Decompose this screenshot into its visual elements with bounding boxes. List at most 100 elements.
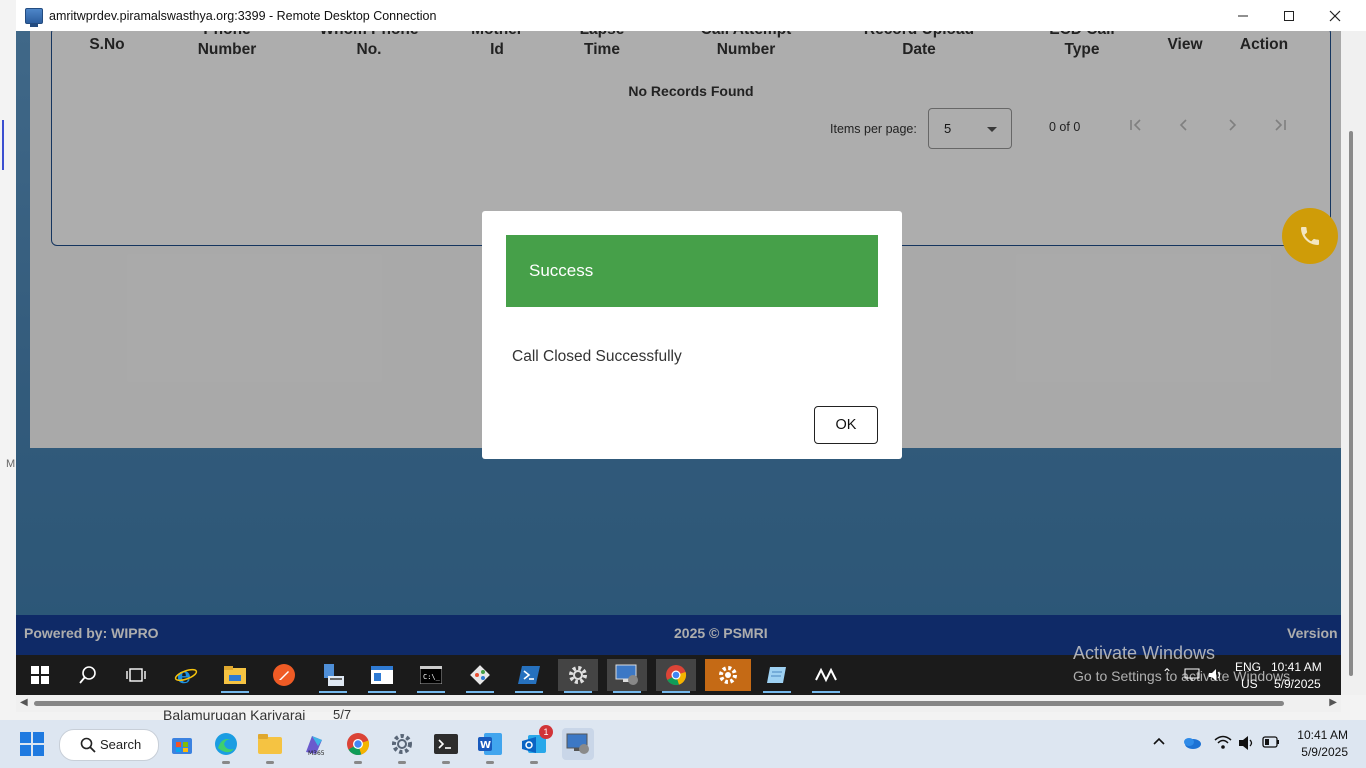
- remote-task-view-button[interactable]: [116, 659, 156, 691]
- host-file-explorer-button[interactable]: [254, 728, 286, 764]
- remote-device-manager-button[interactable]: [313, 659, 353, 693]
- success-dialog: Success Call Closed Successfully OK: [482, 211, 902, 459]
- host-terminal-button[interactable]: [430, 728, 462, 764]
- remote-network-button[interactable]: [806, 659, 846, 693]
- horizontal-scroll-thumb[interactable]: [34, 701, 1284, 706]
- remote-rdp-button[interactable]: [607, 659, 647, 693]
- file-explorer-icon: [258, 734, 282, 754]
- search-icon: [79, 666, 96, 684]
- notepad-icon: [767, 667, 786, 683]
- host-chrome-button[interactable]: [342, 728, 374, 764]
- host-outlook-button[interactable]: 1: [518, 725, 553, 764]
- remote-ie-button[interactable]: e: [166, 659, 206, 691]
- minimize-icon: [1238, 15, 1248, 16]
- scroll-right-arrow-icon[interactable]: ▶: [1329, 697, 1337, 708]
- app-window-icon: [371, 666, 393, 684]
- host-word-button[interactable]: W: [474, 728, 506, 764]
- call-button[interactable]: [1282, 208, 1338, 264]
- remote-language[interactable]: ENG: [1235, 660, 1261, 674]
- svg-text:M365: M365: [308, 750, 325, 756]
- outlook-badge: 1: [539, 725, 553, 739]
- svg-text:W: W: [480, 740, 491, 751]
- word-icon: W: [478, 733, 502, 755]
- internet-explorer-icon: e: [174, 663, 198, 687]
- postman-icon: [273, 664, 295, 686]
- dialog-header: Success: [506, 235, 878, 307]
- host-letter: M: [6, 458, 16, 470]
- ok-button[interactable]: OK: [814, 406, 878, 444]
- volume-icon: [1209, 669, 1220, 681]
- chrome-icon: [666, 665, 687, 686]
- edge-icon: [215, 733, 237, 755]
- dialog-title: Success: [529, 261, 594, 280]
- remote-clock-time[interactable]: 10:41 AM: [1271, 660, 1322, 674]
- remote-network-tray-icon[interactable]: [1184, 668, 1200, 685]
- maximize-icon: [1284, 10, 1294, 21]
- terminal-icon: [434, 734, 458, 754]
- host-start-button[interactable]: [16, 728, 48, 760]
- remote-desktop-icon: [566, 733, 589, 754]
- remote-app-window-button[interactable]: [362, 659, 402, 693]
- command-prompt-icon: C:\_: [420, 666, 442, 684]
- chrome-icon: [347, 733, 370, 755]
- remote-postman-button[interactable]: [264, 659, 304, 691]
- vertical-scrollbar[interactable]: [1341, 31, 1366, 695]
- remote-file-explorer-button[interactable]: [215, 659, 255, 693]
- settings-icon: [392, 734, 412, 754]
- host-search-label: Search: [100, 737, 142, 752]
- activate-windows-title: Activate Windows: [1073, 643, 1216, 663]
- host-edge-button[interactable]: [210, 728, 242, 764]
- remote-settings-button[interactable]: [558, 659, 598, 693]
- host-wifi-button[interactable]: [1214, 734, 1232, 753]
- settings-icon: [569, 666, 587, 684]
- remote-taskbar: e C:\_ Activate Windows Go to Settings t…: [16, 643, 1341, 695]
- host-m365-button[interactable]: M365: [298, 728, 330, 760]
- host-volume-button[interactable]: [1238, 735, 1256, 754]
- window-title: amritwprdev.piramalswasthya.org:3399 - R…: [49, 8, 437, 23]
- host-battery-button[interactable]: [1262, 736, 1280, 751]
- remote-desktop-area: S.No PhoneNumber Whom PhoneNo. MotherId …: [16, 31, 1341, 695]
- host-store-button[interactable]: [166, 728, 198, 760]
- host-search-box[interactable]: Search: [59, 729, 159, 761]
- remote-clock-date[interactable]: 5/9/2025: [1274, 677, 1321, 691]
- battery-icon: [1262, 736, 1279, 748]
- remote-search-button[interactable]: [68, 659, 108, 691]
- onedrive-icon: [1184, 738, 1201, 749]
- host-accent-line: [2, 120, 4, 170]
- host-rdp-button[interactable]: [562, 728, 594, 760]
- remote-chrome-button[interactable]: [656, 659, 696, 693]
- host-clock-time[interactable]: 10:41 AM: [1290, 728, 1348, 742]
- network-icon: [815, 667, 837, 683]
- windows-start-icon: [31, 666, 49, 684]
- host-taskbar: Search M365 W 1 10:41 AM 5/9/2025: [0, 720, 1366, 768]
- remote-notepad-button[interactable]: [757, 659, 797, 693]
- dialog-message: Call Closed Successfully: [512, 348, 682, 365]
- remote-services-button[interactable]: [705, 659, 751, 691]
- svg-text:e: e: [177, 663, 191, 687]
- host-onedrive-button[interactable]: [1182, 735, 1202, 752]
- close-button[interactable]: [1312, 0, 1358, 31]
- file-explorer-icon: [224, 666, 246, 684]
- host-tray-chevron[interactable]: [1152, 734, 1166, 751]
- remote-tray-chevron-icon[interactable]: ⌃: [1162, 666, 1172, 680]
- remote-git-button[interactable]: [460, 659, 500, 693]
- remote-region[interactable]: US: [1241, 677, 1258, 691]
- remote-cmd-button[interactable]: C:\_: [411, 659, 451, 693]
- host-settings-button[interactable]: [386, 728, 418, 764]
- close-icon: [1329, 10, 1341, 21]
- host-left-edge: M: [0, 0, 16, 720]
- powershell-icon: [518, 666, 540, 684]
- search-icon: [80, 737, 96, 753]
- remote-start-button[interactable]: [20, 659, 60, 691]
- minimize-button[interactable]: [1220, 0, 1266, 31]
- wifi-icon: [1214, 735, 1232, 749]
- remote-powershell-button[interactable]: [509, 659, 549, 693]
- phone-icon: [1301, 227, 1319, 245]
- maximize-button[interactable]: [1266, 0, 1312, 31]
- services-gear-icon: [719, 666, 737, 684]
- host-clock-date[interactable]: 5/9/2025: [1290, 745, 1348, 759]
- scroll-left-arrow-icon[interactable]: ◀: [20, 697, 28, 708]
- vertical-scroll-thumb[interactable]: [1349, 131, 1353, 676]
- remote-desktop-icon: [615, 664, 638, 685]
- remote-volume-tray-icon[interactable]: [1208, 668, 1224, 685]
